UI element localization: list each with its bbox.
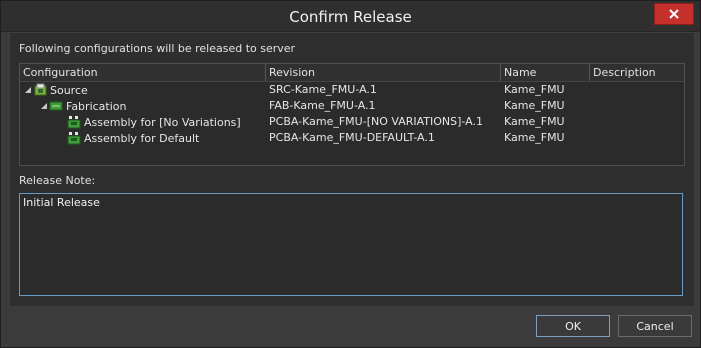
table-row[interactable]: Fabrication FAB-Kame_FMU-A.1 Kame_FMU — [20, 98, 684, 114]
intro-text: Following configurations will be release… — [19, 42, 296, 55]
ok-button[interactable]: OK — [536, 315, 610, 337]
assembly-icon — [67, 131, 81, 145]
close-icon — [669, 9, 679, 19]
source-icon — [33, 83, 47, 97]
release-note-input[interactable]: Initial Release — [19, 193, 683, 296]
column-header-revision[interactable]: Revision — [266, 66, 315, 79]
configuration-name: Source — [50, 83, 88, 97]
expand-arrow-icon[interactable] — [23, 86, 33, 94]
revision-cell: SRC-Kame_FMU-A.1 — [269, 83, 377, 96]
revision-cell: PCBA-Kame_FMU-[NO VARIATIONS]-A.1 — [269, 115, 483, 128]
table-row[interactable]: Assembly for Default PCBA-Kame_FMU-DEFAU… — [20, 130, 684, 146]
configuration-name: Assembly for Default — [84, 131, 200, 145]
title-bar: Confirm Release — [1, 1, 700, 32]
name-cell: Kame_FMU — [504, 83, 565, 96]
column-header-description[interactable]: Description — [590, 66, 656, 79]
close-button[interactable] — [654, 3, 694, 25]
fabrication-icon — [49, 99, 63, 113]
name-cell: Kame_FMU — [504, 131, 565, 144]
confirm-release-dialog: Confirm Release Following configurations… — [0, 0, 701, 348]
name-cell: Kame_FMU — [504, 115, 565, 128]
table-row[interactable]: Source SRC-Kame_FMU-A.1 Kame_FMU — [20, 82, 684, 98]
column-header-name[interactable]: Name — [501, 66, 536, 79]
dialog-title: Confirm Release — [289, 8, 412, 26]
configuration-name: Fabrication — [66, 99, 127, 113]
table-header: Configuration Revision Name Description — [20, 64, 684, 82]
name-cell: Kame_FMU — [504, 99, 565, 112]
configurations-table: Configuration Revision Name Description — [19, 63, 685, 166]
configuration-name: Assembly for [No Variations] — [84, 115, 241, 129]
release-note-label: Release Note: — [19, 174, 96, 187]
table-row[interactable]: Assembly for [No Variations] PCBA-Kame_F… — [20, 114, 684, 130]
dialog-content: Following configurations will be release… — [9, 32, 695, 307]
expand-arrow-icon[interactable] — [39, 102, 49, 110]
revision-cell: PCBA-Kame_FMU-DEFAULT-A.1 — [269, 131, 435, 144]
revision-cell: FAB-Kame_FMU-A.1 — [269, 99, 376, 112]
column-header-configuration[interactable]: Configuration — [20, 66, 98, 79]
assembly-icon — [67, 115, 81, 129]
cancel-button[interactable]: Cancel — [618, 315, 692, 337]
